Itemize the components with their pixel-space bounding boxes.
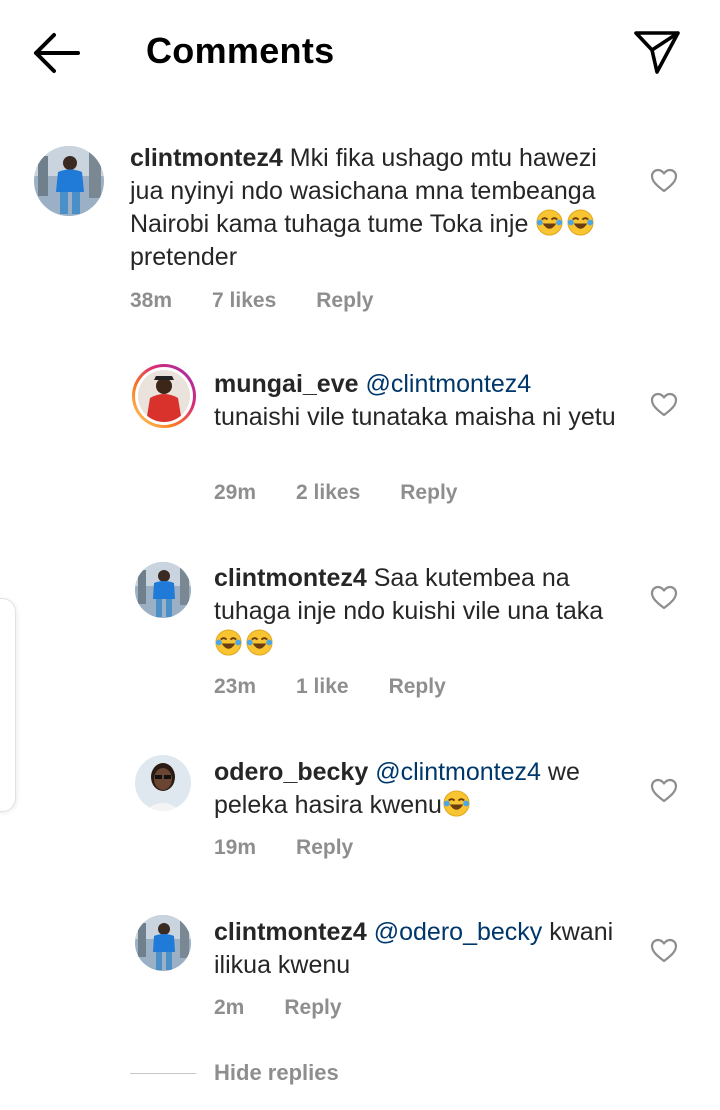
divider-line [130, 1072, 196, 1074]
comment-meta: 23m 1 like Reply [214, 675, 486, 699]
reply-button[interactable]: Reply [284, 996, 341, 1020]
comment-username[interactable]: clintmontez4 [214, 918, 367, 946]
side-panel-edge [0, 598, 16, 812]
back-button[interactable] [30, 30, 82, 76]
avatar[interactable] [135, 915, 191, 971]
heart-icon[interactable] [650, 778, 678, 804]
heart-icon[interactable] [650, 392, 678, 418]
share-button[interactable] [632, 28, 682, 76]
send-icon [634, 31, 680, 74]
comment-text: odero_becky @clintmontez4 we peleka hasi… [214, 756, 624, 822]
laughing-emoji-icon [536, 209, 563, 236]
comment-time: 29m [214, 481, 257, 504]
heart-icon[interactable] [650, 168, 678, 194]
avatar [138, 370, 190, 422]
reply-button[interactable]: Reply [316, 289, 373, 313]
mention-link[interactable]: @clintmontez4 [375, 758, 541, 786]
header-bar: Comments [0, 0, 720, 104]
comment-time: 2m [214, 996, 245, 1019]
hide-replies-button[interactable]: Hide replies [214, 1060, 339, 1086]
heart-icon[interactable] [650, 938, 678, 964]
likes-count[interactable]: 2 likes [296, 481, 360, 505]
comment-time: 19m [214, 836, 257, 859]
comment-meta: 19m Reply [214, 836, 393, 860]
comment-meta: 2m Reply [214, 996, 382, 1020]
comment-text: clintmontez4 Saa kutembea na tuhaga inje… [214, 562, 624, 661]
comment-text: mungai_eve @clintmontez4 tunaishi vile t… [214, 368, 624, 434]
mention-link[interactable]: @clintmontez4 [365, 370, 531, 398]
reply-button[interactable]: Reply [296, 836, 353, 860]
reply-button[interactable]: Reply [389, 675, 446, 699]
likes-count[interactable]: 7 likes [212, 289, 276, 313]
page-title: Comments [146, 30, 335, 71]
reply-button[interactable]: Reply [400, 481, 457, 505]
comment-username[interactable]: mungai_eve [214, 370, 359, 398]
comment-time: 23m [214, 675, 257, 698]
comment-meta: 29m 2 likes Reply [214, 481, 497, 505]
comment-text: clintmontez4 @odero_becky kwani ilikua k… [214, 916, 624, 982]
comment-username[interactable]: clintmontez4 [130, 144, 283, 172]
comment-body: tunaishi vile tunataka maisha ni yetu [214, 403, 616, 431]
comment-time: 38m [130, 289, 173, 312]
laughing-emoji-icon [567, 209, 594, 236]
comment-meta: 38m 7 likes Reply [130, 289, 413, 313]
hide-replies-row: Hide replies [130, 1060, 339, 1086]
comment-username[interactable]: clintmontez4 [214, 564, 367, 592]
comment-body-suffix: pretender [130, 243, 238, 271]
heart-icon[interactable] [650, 585, 678, 611]
mention-link[interactable]: @odero_becky [374, 918, 543, 946]
laughing-emoji-icon [215, 629, 242, 656]
avatar[interactable] [135, 755, 191, 811]
laughing-emoji-icon [443, 790, 470, 817]
comment-username[interactable]: odero_becky [214, 758, 368, 786]
back-arrow-icon [34, 33, 80, 73]
comment-text: clintmontez4 Mki fika ushago mtu hawezi … [130, 142, 620, 274]
laughing-emoji-icon [246, 629, 273, 656]
likes-count[interactable]: 1 like [296, 675, 349, 699]
avatar-story-ring[interactable] [132, 364, 196, 428]
avatar[interactable] [135, 562, 191, 618]
avatar[interactable] [34, 146, 104, 216]
